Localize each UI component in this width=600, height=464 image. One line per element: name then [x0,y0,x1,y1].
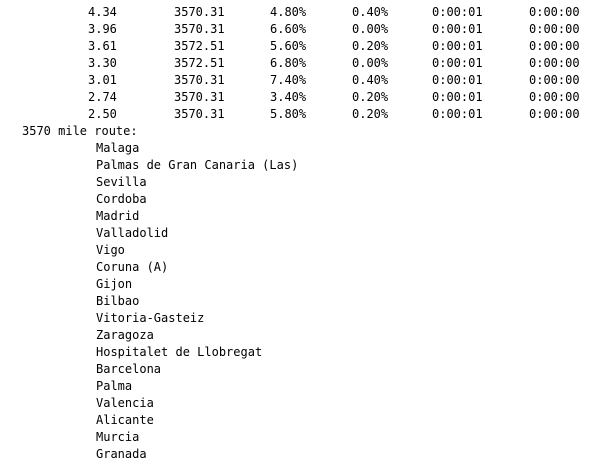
table-cell: 3.96 [88,22,117,36]
table-cell: 0.00% [352,22,389,36]
table-cell: 3572.51 [174,56,225,70]
table-cell: 0:00:00 [529,107,580,121]
route-city: Granada [0,446,600,463]
route-city: Palmas de Gran Canaria (Las) [0,157,600,174]
route-city-label: Sevilla [96,175,147,189]
table-row: 3.61 3572.51 5.60% 0.20% 0:00:01 0:00:00 [0,38,600,55]
table-cell: 3.40% [270,90,307,104]
route-city: Vigo [0,242,600,259]
route-city-label: Alicante [96,413,154,427]
table-cell: 0:00:00 [529,22,580,36]
table-row: 2.74 3570.31 3.40% 0.20% 0:00:01 0:00:00 [0,89,600,106]
route-city: Gijon [0,276,600,293]
table-cell: 3570.31 [174,90,225,104]
route-heading: 3570 mile route: [22,124,138,138]
table-cell: 7.40% [270,73,307,87]
route-city: Murcia [0,429,600,446]
route-city: Valladolid [0,225,600,242]
table-cell: 3.01 [88,73,117,87]
table-row: 3.30 3572.51 6.80% 0.00% 0:00:01 0:00:00 [0,55,600,72]
table-cell: 6.60% [270,22,307,36]
table-row: 2.50 3570.31 5.80% 0.20% 0:00:01 0:00:00 [0,106,600,123]
route-city: Malaga [0,140,600,157]
table-cell: 0:00:01 [432,56,483,70]
route-city-label: Valladolid [96,226,169,240]
table-cell: 0:00:00 [529,90,580,104]
route-city-label: Bilbao [96,294,140,308]
table-cell: 0.20% [352,107,389,121]
route-city: Barcelona [0,361,600,378]
route-city: Valencia [0,395,600,412]
table-cell: 2.50 [88,107,117,121]
table-cell: 0.40% [352,5,389,19]
table-cell: 0:00:01 [432,90,483,104]
route-city-label: Palmas de Gran Canaria (Las) [96,158,299,172]
table-cell: 5.60% [270,39,307,53]
route-city-label: Cordoba [96,192,147,206]
table-cell: 3570.31 [174,22,225,36]
route-city-label: Coruna (A) [96,260,169,274]
table-cell: 0:00:01 [432,107,483,121]
route-city-label: Murcia [96,430,140,444]
table-cell: 0:00:01 [432,5,483,19]
route-city: Cordoba [0,191,600,208]
route-city: Madrid [0,208,600,225]
table-cell: 0.00% [352,56,389,70]
route-city-label: Granada [96,447,147,461]
route-city-label: Madrid [96,209,140,223]
table-row: 3.01 3570.31 7.40% 0.40% 0:00:01 0:00:00 [0,72,600,89]
route-city-label: Vitoria-Gasteiz [96,311,205,325]
table-cell: 3572.51 [174,39,225,53]
table-cell: 3570.31 [174,107,225,121]
table-cell: 0:00:01 [432,39,483,53]
route-city: Hospitalet de Llobregat [0,344,600,361]
route-heading-row: 3570 mile route: [0,123,600,140]
table-cell: 0.20% [352,90,389,104]
route-city-label: Zaragoza [96,328,154,342]
route-city: Palma [0,378,600,395]
table-row: 3.96 3570.31 6.60% 0.00% 0:00:01 0:00:00 [0,21,600,38]
table-cell: 0:00:00 [529,73,580,87]
table-cell: 6.80% [270,56,307,70]
table-cell: 0:00:00 [529,39,580,53]
table-row: 4.34 3570.31 4.80% 0.40% 0:00:01 0:00:00 [0,4,600,21]
table-cell: 0.40% [352,73,389,87]
table-cell: 4.34 [88,5,117,19]
route-city-label: Palma [96,379,133,393]
route-city: Zaragoza [0,327,600,344]
table-cell: 0.20% [352,39,389,53]
route-city: Coruna (A) [0,259,600,276]
route-city: Vitoria-Gasteiz [0,310,600,327]
table-cell: 3570.31 [174,73,225,87]
table-cell: 0:00:01 [432,22,483,36]
console-output: 4.34 3570.31 4.80% 0.40% 0:00:01 0:00:00… [0,0,600,464]
route-city-label: Valencia [96,396,154,410]
table-cell: 3.61 [88,39,117,53]
route-city-label: Barcelona [96,362,162,376]
table-cell: 4.80% [270,5,307,19]
route-city-label: Vigo [96,243,125,257]
route-city: Alicante [0,412,600,429]
table-cell: 3570.31 [174,5,225,19]
table-cell: 3.30 [88,56,117,70]
route-city-label: Hospitalet de Llobregat [96,345,263,359]
table-cell: 2.74 [88,90,117,104]
table-cell: 0:00:00 [529,56,580,70]
table-cell: 0:00:00 [529,5,580,19]
route-city: Bilbao [0,293,600,310]
table-cell: 5.80% [270,107,307,121]
route-city-label: Gijon [96,277,133,291]
route-city-label: Malaga [96,141,140,155]
table-cell: 0:00:01 [432,73,483,87]
route-city: Sevilla [0,174,600,191]
